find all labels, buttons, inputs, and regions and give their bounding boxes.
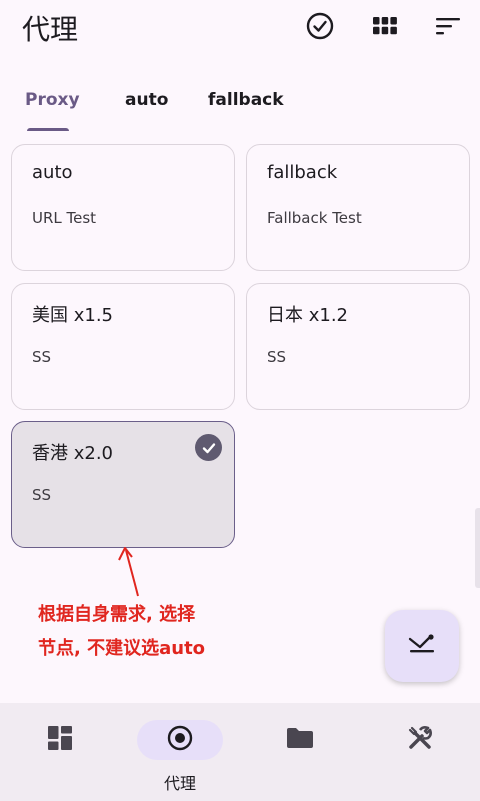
tab-indicator [27,128,69,131]
tab-row: Proxy auto fallback [0,84,480,134]
tab-proxy[interactable]: Proxy [25,90,80,110]
check-circle-icon[interactable] [306,12,334,40]
proxy-card-fallback[interactable]: fallback Fallback Test [246,144,470,271]
nav-item-tools[interactable] [377,703,463,801]
nav-label: 代理 [163,774,196,793]
proxy-type: URL Test [32,209,97,227]
nav-item-dashboard[interactable] [17,703,103,801]
proxy-icon [166,724,194,756]
bottom-navigation: 代理 [0,703,480,801]
nav-pill [17,720,103,760]
annotation-text: 根据自身需求, 选择 节点, 不建议选auto [38,598,205,666]
nav-item-proxy[interactable]: 代理 [137,703,223,801]
dashboard-icon [47,725,73,755]
tools-icon [406,724,434,756]
tab-auto[interactable]: auto [125,90,168,110]
speed-test-button[interactable] [385,610,459,682]
proxy-name: fallback [267,162,338,183]
annotation-line: 节点, 不建议选auto [38,638,206,659]
nav-item-profiles[interactable] [257,703,343,801]
proxy-card-auto[interactable]: auto URL Test [11,144,235,271]
nav-pill-active [137,720,223,760]
nav-pill [257,720,343,760]
edge-handle[interactable] [475,508,480,588]
proxy-card-us[interactable]: 美国 x1.5 SS [11,283,235,410]
grid-icon[interactable] [371,12,399,40]
sort-icon[interactable] [434,12,462,40]
proxy-card-jp[interactable]: 日本 x1.2 SS [246,283,470,410]
proxy-type: Fallback Test [267,209,362,227]
proxy-type: SS [32,348,52,366]
tab-fallback[interactable]: fallback [208,90,284,110]
folder-icon [286,726,314,754]
selected-check-icon [195,434,222,461]
page-title: 代理 [22,13,79,46]
proxy-name: 日本 x1.2 [267,305,348,326]
proxy-name: 美国 x1.5 [32,305,113,326]
proxy-card-hk[interactable]: 香港 x2.0 SS [11,421,235,548]
proxy-type: SS [267,348,287,366]
speed-test-icon [407,633,437,659]
annotation-line: 根据自身需求, 选择 [38,604,196,625]
proxy-name: auto [32,162,73,183]
top-app-bar: 代理 [0,0,480,56]
proxy-type: SS [32,486,52,504]
proxy-name: 香港 x2.0 [32,443,113,464]
nav-pill [377,720,463,760]
